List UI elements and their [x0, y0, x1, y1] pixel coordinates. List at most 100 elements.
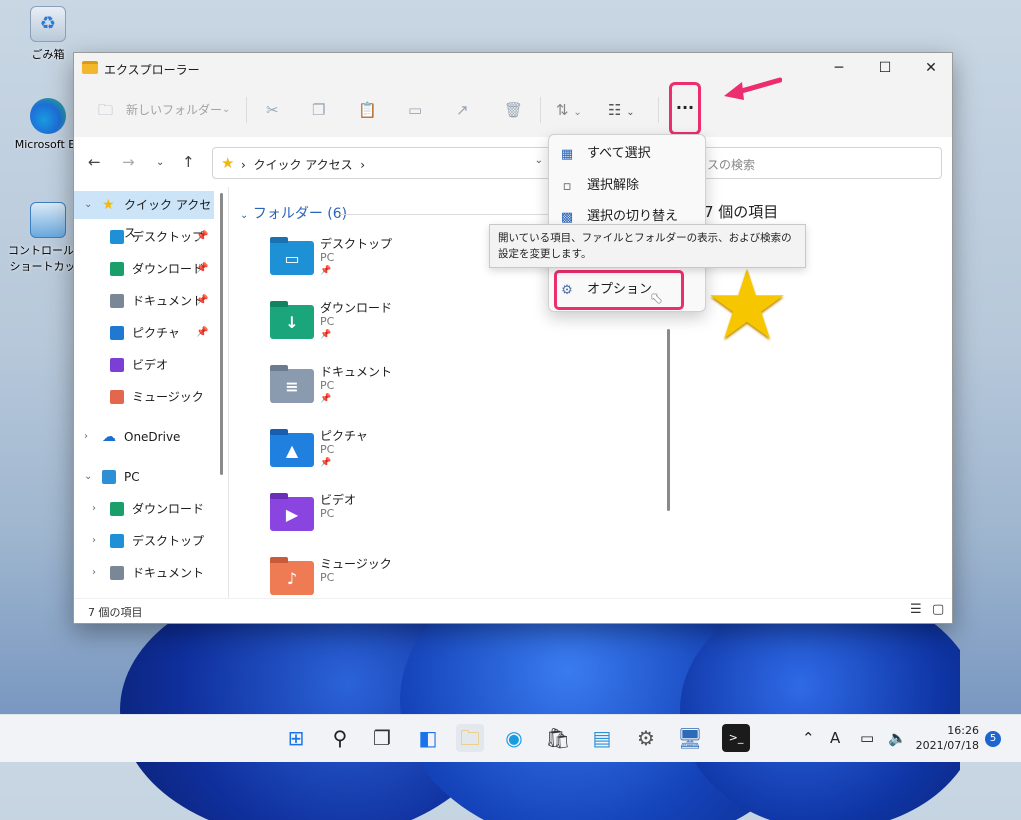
folder-location: PC — [320, 379, 335, 392]
nav-item[interactable]: ⌄ PC — [74, 463, 214, 491]
nav-item-label: ピクチャ — [132, 326, 180, 340]
folder-name: ミュージック — [320, 557, 392, 571]
chevron-down-icon[interactable]: ⌄ — [84, 463, 92, 491]
search-icon[interactable]: ⚲ — [326, 724, 354, 752]
folder-item[interactable]: ♪ ミュージック PC — [270, 555, 530, 601]
nav-item[interactable]: › ドキュメント — [74, 559, 214, 587]
folder-name: ピクチャ — [320, 429, 368, 443]
chevron-up-icon[interactable]: ⌃ — [802, 729, 815, 747]
notification-badge[interactable]: 5 — [985, 731, 1001, 747]
see-more-button[interactable]: ... — [669, 82, 701, 135]
video-icon — [110, 358, 124, 372]
clock[interactable]: 16:26 2021/07/18 — [915, 723, 979, 753]
address-dropdown-icon[interactable]: ⌄ — [535, 155, 543, 166]
volume-icon[interactable]: 🔈 — [888, 729, 907, 747]
folder-name: ドキュメント — [320, 365, 393, 379]
folder-icon — [82, 61, 98, 74]
nav-item[interactable]: ミュージック — [74, 383, 214, 411]
folder-item[interactable]: ≡ ドキュメント PC 📌 — [270, 363, 530, 423]
store-icon[interactable]: 🛍 — [544, 724, 572, 752]
nav-item-label: ビデオ — [132, 358, 169, 372]
folder-icon: ♪ — [270, 557, 314, 595]
search-input[interactable]: スの検索 — [702, 147, 942, 179]
content-scrollbar[interactable] — [667, 329, 670, 511]
tiles-view-icon[interactable]: ▢ — [932, 602, 944, 617]
minimize-button[interactable]: ─ — [816, 53, 862, 83]
start-icon[interactable]: ⊞ — [282, 724, 310, 752]
folder-item[interactable]: ▶ ビデオ PC — [270, 491, 530, 551]
network-icon[interactable]: ▭ — [860, 729, 874, 747]
folder-item[interactable]: ▲ ピクチャ PC 📌 — [270, 427, 530, 487]
new-folder-icon: 🗀 — [98, 101, 114, 119]
rename-icon[interactable]: ▭ — [408, 99, 422, 121]
widgets-icon[interactable]: ◧ — [414, 724, 442, 752]
cut-icon[interactable]: ✂ — [266, 99, 279, 121]
sort-icon[interactable]: ⇅ ⌄ — [556, 99, 582, 121]
chevron-right-icon[interactable]: › — [92, 527, 96, 555]
folder-icon: ▶ — [270, 493, 314, 531]
file-explorer-icon[interactable]: 🗀 — [456, 724, 484, 752]
task-view-icon[interactable]: ❐ — [368, 724, 396, 752]
taskbar: ⊞ ⚲ ❐ ◧ 🗀 ◉ 🛍 ▤ ⚙ 🖥 >_ ⌃ A ▭ 🔈 16:26 202… — [0, 714, 1021, 762]
select-none-icon: ▫ — [562, 179, 572, 194]
nav-item[interactable]: › ダウンロード — [74, 495, 214, 523]
network-pc-icon[interactable]: 🖥 — [676, 724, 704, 752]
chevron-down-icon[interactable]: ⌄ — [222, 99, 230, 121]
breadcrumb-quick-access[interactable]: クイック アクセス — [253, 158, 352, 172]
ime-indicator[interactable]: A — [830, 729, 840, 747]
status-bar: 7 個の項目 ☰ ▢ — [74, 598, 952, 623]
options-highlight — [554, 270, 684, 310]
title-bar[interactable]: エクスプローラー ─ ☐ ✕ — [74, 53, 952, 83]
edge-icon — [30, 98, 66, 134]
menu-item-select-all[interactable]: ▦ すべて選択 — [549, 139, 705, 169]
view-icon[interactable]: ☷ ⌄ — [608, 99, 635, 121]
edge-taskbar-icon[interactable]: ◉ — [500, 724, 528, 752]
pin-icon: 📌 — [196, 327, 209, 338]
share-icon[interactable]: ↗ — [456, 99, 469, 121]
chevron-right-icon[interactable]: › — [92, 495, 96, 523]
nav-scrollbar[interactable] — [220, 193, 223, 475]
up-arrow-icon[interactable]: ↑ — [182, 153, 195, 171]
maximize-button[interactable]: ☐ — [862, 53, 908, 83]
nav-item[interactable]: ダウンロード 📌 — [74, 255, 214, 283]
nav-item[interactable]: ビデオ — [74, 351, 214, 379]
nav-item[interactable]: ドキュメント 📌 — [74, 287, 214, 315]
folder-item[interactable]: ↓ ダウンロード PC 📌 — [270, 299, 530, 359]
folder-location: PC — [320, 507, 335, 520]
copy-icon[interactable]: ❐ — [312, 99, 325, 121]
navigation-pane: ⌄ ★ クイック アクセス デスクトップ 📌 ダウンロード 📌 ドキュメント 📌 ピクチャ 📌 ビデオ… — [74, 187, 214, 601]
nav-item-label: デスクトップ — [132, 534, 205, 548]
pc-icon — [102, 470, 116, 484]
close-button[interactable]: ✕ — [908, 53, 954, 83]
nav-item[interactable]: ⌄ ★ クイック アクセス — [74, 191, 214, 240]
chevron-down-icon[interactable]: ⌄ — [84, 191, 92, 219]
options-tooltip: 開いている項目、ファイルとフォルダーの表示、および検索の設定を変更します。 — [489, 224, 806, 268]
download-icon — [110, 262, 124, 276]
nav-item[interactable]: › ☁ OneDrive — [74, 423, 214, 451]
nav-item-label: ドキュメント — [132, 294, 205, 308]
back-arrow-icon[interactable]: ← — [88, 153, 101, 171]
new-folder-button[interactable]: 新しいフォルダー — [126, 99, 222, 121]
settings-icon[interactable]: ⚙ — [632, 724, 660, 752]
folder-location: PC — [320, 315, 335, 328]
quick-access-star-icon: ★ — [704, 249, 791, 361]
delete-icon[interactable]: 🗑 — [504, 99, 523, 121]
control-panel-taskbar-icon[interactable]: ▤ — [588, 724, 616, 752]
address-bar[interactable]: ★ › クイック アクセス › ⌄ — [212, 147, 552, 179]
picture-icon — [110, 326, 124, 340]
window-title: エクスプローラー — [104, 63, 200, 77]
nav-item[interactable]: › デスクトップ — [74, 527, 214, 555]
details-view-icon[interactable]: ☰ — [910, 602, 922, 617]
nav-item[interactable]: ピクチャ 📌 — [74, 319, 214, 347]
chevron-right-icon[interactable]: › — [92, 559, 96, 587]
desktop-icon — [110, 534, 124, 548]
recent-chevron-icon[interactable]: ⌄ — [156, 157, 164, 168]
menu-item-select-none[interactable]: ▫ 選択解除 — [549, 171, 705, 201]
forward-arrow-icon[interactable]: → — [122, 153, 135, 171]
group-header[interactable]: ⌄ フォルダー (6) — [240, 203, 347, 223]
paste-icon[interactable]: 📋 — [358, 99, 377, 121]
terminal-icon[interactable]: >_ — [722, 724, 750, 752]
folder-name: ダウンロード — [320, 301, 393, 315]
chevron-right-icon[interactable]: › — [84, 423, 88, 451]
nav-item[interactable]: デスクトップ 📌 — [74, 223, 214, 251]
